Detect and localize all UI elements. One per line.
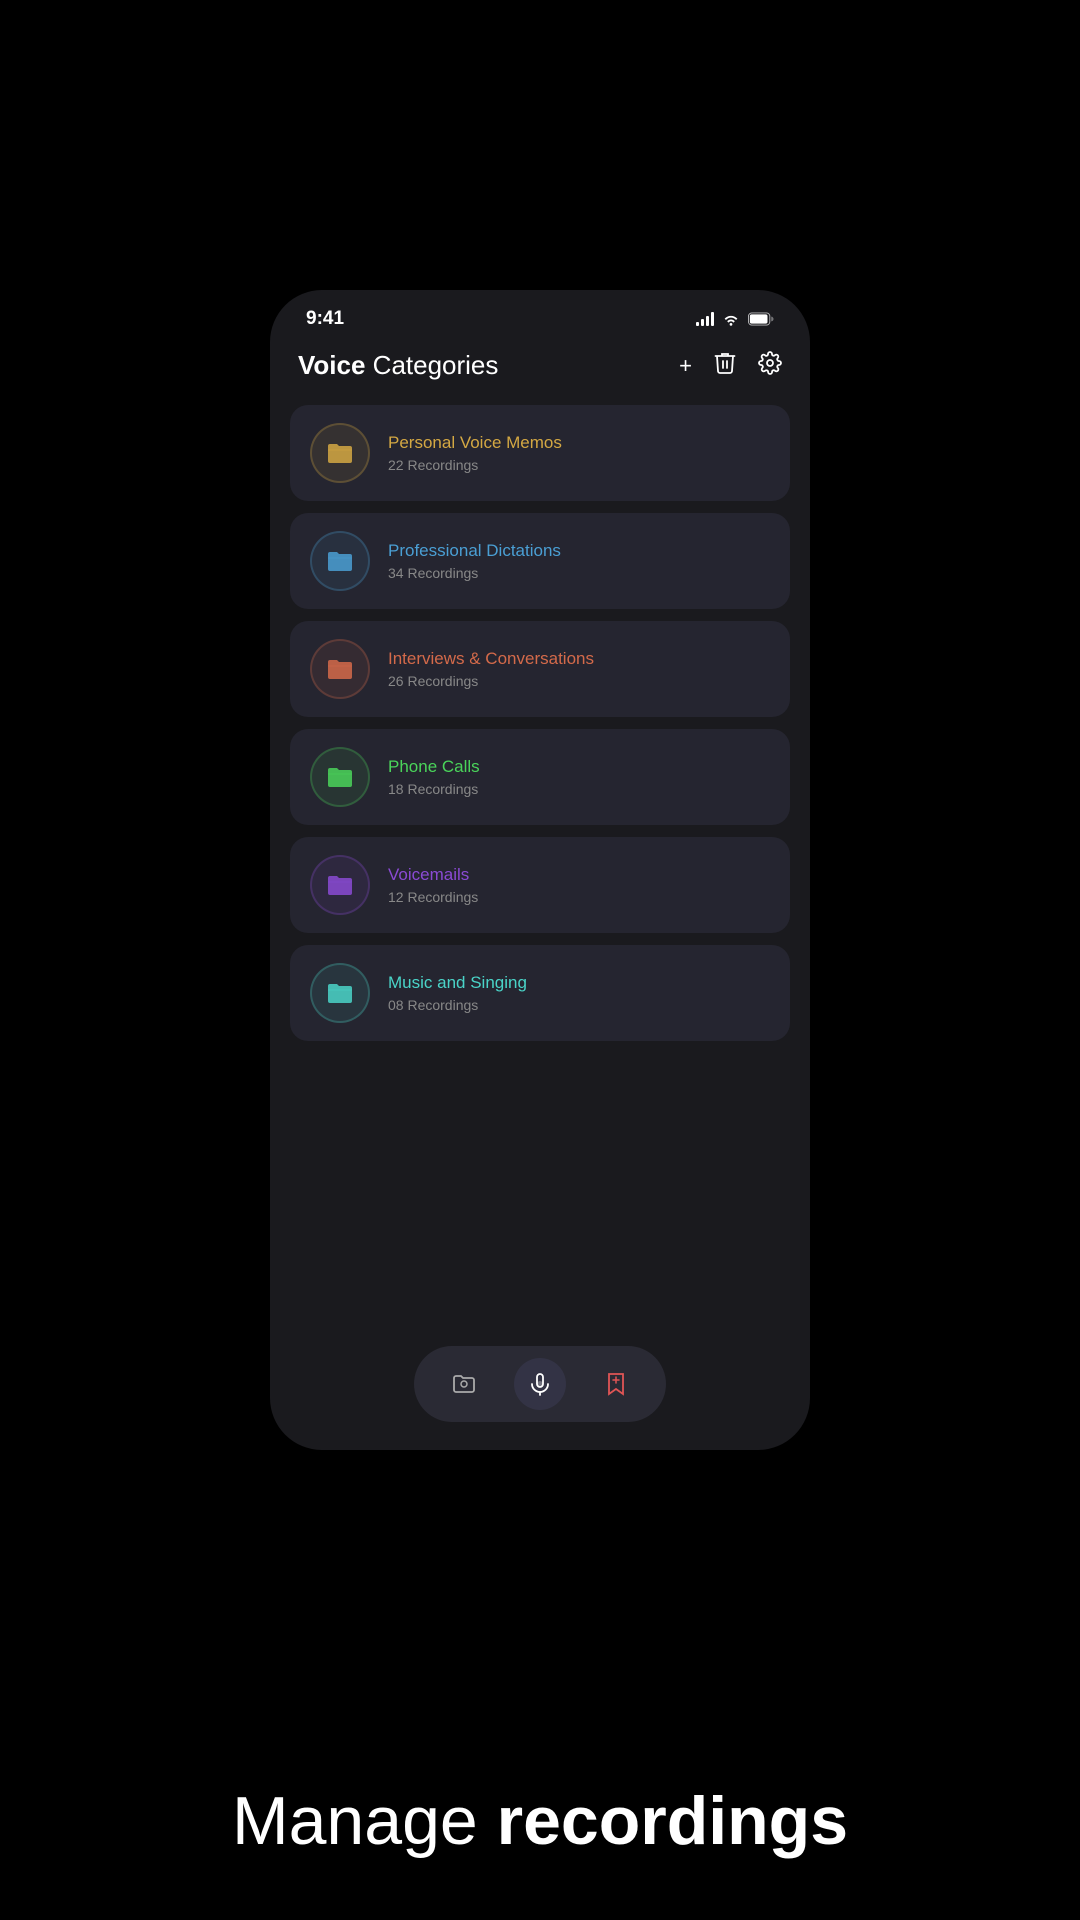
tab-record[interactable] <box>514 1358 566 1410</box>
category-name-phone-calls: Phone Calls <box>388 757 480 777</box>
category-icon-voicemails <box>310 855 370 915</box>
category-name-interviews-conversations: Interviews & Conversations <box>388 649 594 669</box>
category-count-professional-dictations: 34 Recordings <box>388 565 561 581</box>
category-icon-music-and-singing <box>310 963 370 1023</box>
signal-icon <box>696 312 714 326</box>
category-count-music-and-singing: 08 Recordings <box>388 997 527 1013</box>
category-icon-interviews-conversations <box>310 639 370 699</box>
tab-bar-inner <box>414 1346 666 1422</box>
category-item-personal-voice-memos[interactable]: Personal Voice Memos 22 Recordings <box>290 405 790 501</box>
bottom-tagline: Manage recordings <box>0 1782 1080 1860</box>
category-icon-phone-calls <box>310 747 370 807</box>
title-light: Categories <box>365 350 498 380</box>
category-list: Personal Voice Memos 22 Recordings Profe… <box>270 397 810 1332</box>
header-actions: + <box>679 351 782 381</box>
category-info-music-and-singing: Music and Singing 08 Recordings <box>388 973 527 1013</box>
tab-bookmarks[interactable] <box>590 1358 642 1410</box>
category-info-interviews-conversations: Interviews & Conversations 26 Recordings <box>388 649 594 689</box>
status-icons <box>696 312 774 326</box>
category-info-phone-calls: Phone Calls 18 Recordings <box>388 757 480 797</box>
category-item-music-and-singing[interactable]: Music and Singing 08 Recordings <box>290 945 790 1041</box>
category-count-interviews-conversations: 26 Recordings <box>388 673 594 689</box>
title-bold: Voice <box>298 350 365 380</box>
category-name-professional-dictations: Professional Dictations <box>388 541 561 561</box>
category-info-voicemails: Voicemails 12 Recordings <box>388 865 478 905</box>
tagline-bold: recordings <box>497 1783 848 1859</box>
header: Voice Categories + <box>270 338 810 397</box>
category-count-voicemails: 12 Recordings <box>388 889 478 905</box>
wifi-icon <box>722 312 740 326</box>
settings-button[interactable] <box>758 351 782 381</box>
category-info-personal-voice-memos: Personal Voice Memos 22 Recordings <box>388 433 562 473</box>
category-count-phone-calls: 18 Recordings <box>388 781 480 797</box>
category-count-personal-voice-memos: 22 Recordings <box>388 457 562 473</box>
category-item-voicemails[interactable]: Voicemails 12 Recordings <box>290 837 790 933</box>
category-item-phone-calls[interactable]: Phone Calls 18 Recordings <box>290 729 790 825</box>
add-button[interactable]: + <box>679 353 692 379</box>
category-info-professional-dictations: Professional Dictations 34 Recordings <box>388 541 561 581</box>
tab-folders[interactable] <box>438 1358 490 1410</box>
page-title: Voice Categories <box>298 350 498 381</box>
category-icon-professional-dictations <box>310 531 370 591</box>
status-time: 9:41 <box>306 308 344 330</box>
phone-frame: 9:41 Voice Categories + <box>270 290 810 1450</box>
delete-button[interactable] <box>714 351 736 381</box>
status-bar: 9:41 <box>270 290 810 338</box>
category-icon-personal-voice-memos <box>310 423 370 483</box>
tab-bar <box>270 1332 810 1450</box>
battery-icon <box>748 312 774 326</box>
category-item-professional-dictations[interactable]: Professional Dictations 34 Recordings <box>290 513 790 609</box>
category-name-personal-voice-memos: Personal Voice Memos <box>388 433 562 453</box>
category-item-interviews-conversations[interactable]: Interviews & Conversations 26 Recordings <box>290 621 790 717</box>
tagline-light: Manage <box>232 1783 497 1859</box>
category-name-music-and-singing: Music and Singing <box>388 973 527 993</box>
category-name-voicemails: Voicemails <box>388 865 478 885</box>
